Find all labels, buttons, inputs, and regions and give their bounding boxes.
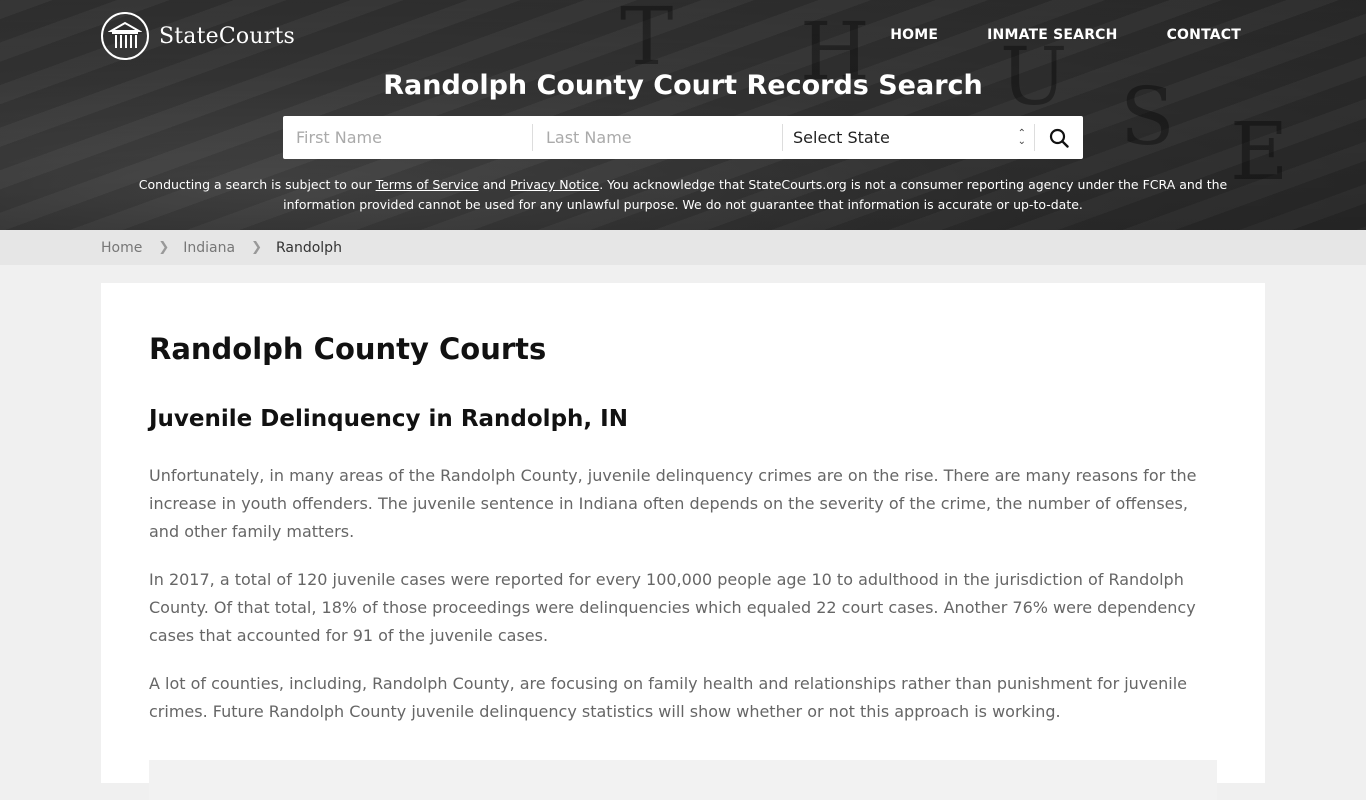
state-select[interactable]: Select State ⌃ ⌄ xyxy=(783,124,1035,151)
page-title: Randolph County Courts xyxy=(149,332,547,366)
breadcrumb-home[interactable]: Home xyxy=(101,240,142,256)
brand-name: StateCourts xyxy=(159,23,295,49)
breadcrumb: Home ❯ Indiana ❯ Randolph xyxy=(0,230,1366,265)
nav-inmate-search[interactable]: INMATE SEARCH xyxy=(987,27,1117,43)
last-name-input[interactable] xyxy=(533,124,783,151)
chevron-right-icon: ❯ xyxy=(251,240,262,255)
magnifier-icon xyxy=(1049,128,1069,148)
select-arrows-icon: ⌃ ⌄ xyxy=(1017,127,1026,147)
statecourts-logo[interactable]: StateCourts xyxy=(101,12,295,60)
search-button[interactable] xyxy=(1035,116,1083,159)
terms-of-service-link[interactable]: Terms of Service xyxy=(376,177,479,192)
main-nav: HOME INMATE SEARCH CONTACT xyxy=(890,27,1241,43)
section-title: Juvenile Delinquency in Randolph, IN xyxy=(149,406,628,432)
breadcrumb-indiana[interactable]: Indiana xyxy=(183,240,235,256)
paragraph: Unfortunately, in many areas of the Rand… xyxy=(149,466,1197,541)
search-disclaimer: Conducting a search is subject to our Te… xyxy=(120,175,1246,215)
state-select-value: Select State xyxy=(793,128,890,147)
breadcrumb-current: Randolph xyxy=(275,239,342,256)
paragraph: A lot of counties, including, Randolph C… xyxy=(149,674,1188,721)
main-content: Randolph County Courts Juvenile Delinque… xyxy=(101,283,1265,800)
nav-home[interactable]: HOME xyxy=(890,27,938,43)
info-box xyxy=(149,760,1217,800)
paragraph: In 2017, a total of 120 juvenile cases w… xyxy=(149,570,1196,645)
courthouse-columns-icon xyxy=(101,12,149,60)
disclaimer-text: and xyxy=(478,177,511,192)
nav-contact[interactable]: CONTACT xyxy=(1167,27,1241,43)
search-form: Select State ⌃⌄ xyxy=(283,116,1083,159)
hero-banner: T H U S E StateCourts HOME INMATE SEARCH… xyxy=(0,0,1366,230)
disclaimer-text: Conducting a search is subject to our xyxy=(138,177,376,192)
privacy-notice-link[interactable]: Privacy Notice xyxy=(510,177,599,192)
chevron-right-icon: ❯ xyxy=(158,240,170,255)
first-name-input[interactable] xyxy=(283,124,533,151)
search-title: Randolph County Court Records Search xyxy=(383,70,983,101)
